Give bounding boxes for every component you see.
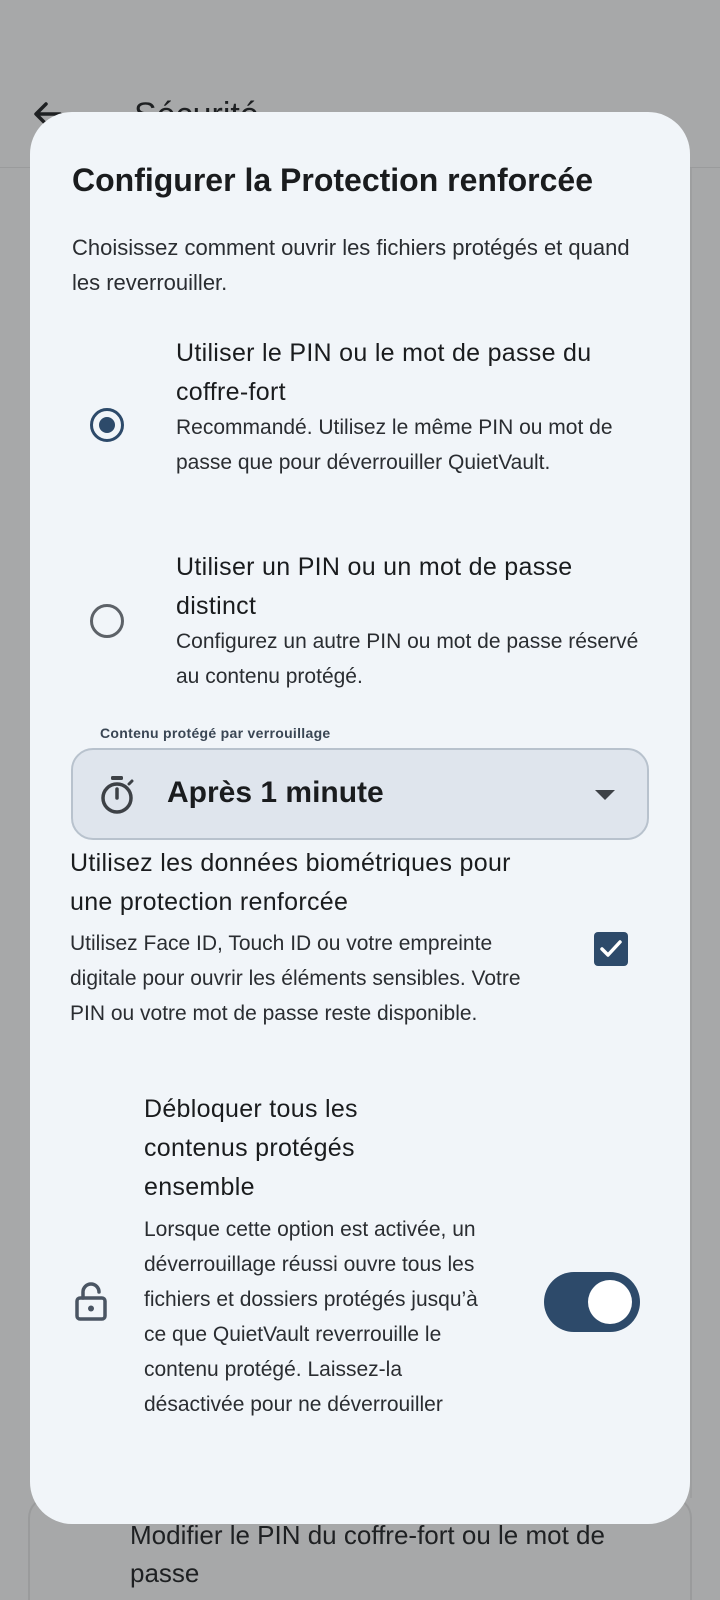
timer-icon bbox=[101, 776, 134, 814]
unlock-all-title: Débloquer tous les contenus protégés ens… bbox=[144, 1095, 358, 1201]
background-card-text: Modifier le PIN du coffre-fort ou le mot… bbox=[130, 1520, 605, 1588]
distinct-pin-radio[interactable] bbox=[90, 604, 124, 638]
dropdown-caret-icon bbox=[595, 790, 615, 800]
dialog-title: Configurer la Protection renforcée bbox=[72, 162, 593, 198]
biometrics-title: Utilisez les données biométriques pour u… bbox=[70, 849, 511, 916]
distinct-pin-option-title[interactable]: Utiliser un PIN ou un mot de passe disti… bbox=[176, 548, 656, 626]
vault-pin-option-title[interactable]: Utiliser le PIN ou le mot de passe du co… bbox=[176, 334, 656, 412]
dialog-description: Choisissez comment ouvrir les fichiers p… bbox=[72, 235, 630, 295]
lock-timeout-value: Après 1 minute bbox=[167, 776, 384, 809]
lock-icon bbox=[75, 1282, 107, 1321]
unlock-all-subtitle: Lorsque cette option est activée, un dév… bbox=[144, 1218, 478, 1416]
vault-pin-radio[interactable] bbox=[90, 408, 124, 442]
protection-dialog: Configurer la Protection renforcée Chois… bbox=[30, 112, 690, 1524]
vault-pin-option-subtitle: Recommandé. Utilisez le même PIN ou mot … bbox=[176, 416, 613, 474]
lock-timeout-label: Contenu protégé par verrouillage bbox=[94, 725, 337, 741]
distinct-pin-option-subtitle: Configurez un autre PIN ou mot de passe … bbox=[176, 630, 639, 688]
toggle-knob bbox=[588, 1280, 632, 1324]
biometrics-subtitle: Utilisez Face ID, Touch ID ou votre empr… bbox=[70, 932, 521, 1025]
unlock-all-toggle[interactable] bbox=[544, 1272, 640, 1332]
biometrics-checkbox[interactable] bbox=[594, 932, 628, 966]
lock-timeout-select[interactable]: Après 1 minute bbox=[71, 748, 649, 840]
checkmark-icon bbox=[600, 940, 622, 957]
background-divider bbox=[690, 168, 692, 1498]
